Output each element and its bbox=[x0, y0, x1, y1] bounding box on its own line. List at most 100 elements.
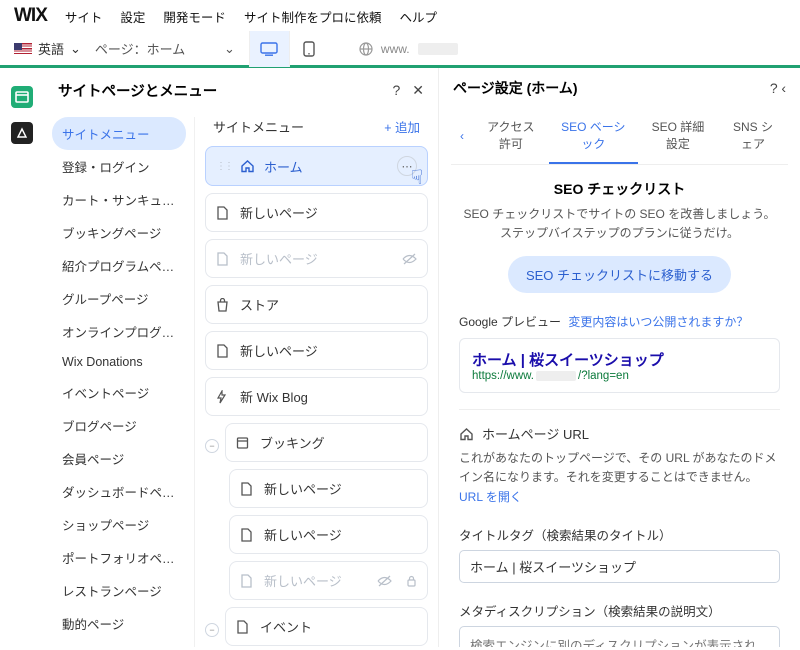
seo-panel-title: ページ設定 (ホーム) bbox=[453, 78, 578, 98]
desktop-view-button[interactable] bbox=[249, 31, 289, 67]
homepage-url-heading: ホームページ URL bbox=[482, 424, 589, 443]
page-item[interactable]: 新しいページ bbox=[205, 193, 428, 232]
seo-back-button[interactable]: ‹ bbox=[781, 80, 786, 96]
google-preview-title: ホーム | 桜スイーツショップ bbox=[472, 349, 767, 370]
menu-site[interactable]: サイト bbox=[65, 7, 103, 26]
bag-icon bbox=[216, 298, 232, 312]
hidden-icon bbox=[402, 253, 417, 265]
menu-hire[interactable]: サイト制作をプロに依頼 bbox=[244, 7, 382, 26]
sidebar-item[interactable]: イベントページ bbox=[52, 376, 186, 409]
home-icon bbox=[459, 427, 474, 441]
sidebar-item[interactable]: レストランページ bbox=[52, 574, 186, 607]
seo-help-button[interactable]: ? bbox=[770, 80, 778, 96]
lock-icon bbox=[406, 575, 417, 587]
open-url-link[interactable]: URL を開く bbox=[459, 490, 522, 504]
page-icon bbox=[240, 482, 256, 496]
calendar-icon bbox=[236, 436, 252, 449]
google-preview-label: Google プレビュー bbox=[459, 315, 561, 329]
page-item[interactable]: 新しいページ bbox=[205, 239, 428, 278]
monitor-icon bbox=[260, 42, 278, 56]
page-item-label: 新しいページ bbox=[264, 479, 342, 498]
page-item-label: 新しいページ bbox=[240, 249, 318, 268]
sidebar-item[interactable]: カート・サンキュー... bbox=[52, 183, 186, 216]
seo-checklist-desc: SEO チェックリストでサイトの SEO を改善しましょう。ステップバイステップ… bbox=[459, 205, 780, 242]
sidebar-item[interactable]: ブログページ bbox=[52, 409, 186, 442]
sitemenu-heading: サイトメニュー bbox=[213, 117, 304, 136]
meta-desc-label: メタディスクリプション（検索結果の説明文） bbox=[459, 601, 780, 620]
url-display: www. bbox=[343, 42, 458, 56]
page-item-events[interactable]: イベント bbox=[225, 607, 428, 646]
page-more-button[interactable]: ⋯ bbox=[397, 156, 417, 176]
menu-settings[interactable]: 設定 bbox=[120, 7, 145, 26]
tab-seo-advanced[interactable]: SEO 詳細設定 bbox=[638, 108, 718, 164]
page-item-label: 新しいページ bbox=[240, 203, 318, 222]
page-item[interactable]: 新しいページ bbox=[229, 469, 428, 508]
mobile-icon bbox=[303, 41, 315, 57]
add-page-button[interactable]: + 追加 bbox=[384, 117, 420, 136]
wix-logo[interactable]: WIX bbox=[14, 5, 47, 27]
drag-handle-icon[interactable]: ⋮⋮ bbox=[216, 161, 232, 172]
page-item-label: 新しいページ bbox=[264, 525, 342, 544]
chevron-down-icon: ⌄ bbox=[224, 41, 235, 57]
when-published-link[interactable]: 変更内容はいつ公開されますか？ bbox=[568, 315, 748, 329]
seo-checklist-button[interactable]: SEO チェックリストに移動する bbox=[508, 256, 731, 293]
page-item[interactable]: 新しいページ bbox=[229, 515, 428, 554]
page-category-list: サイトメニュー 登録・ログイン カート・サンキュー... ブッキングページ 紹介… bbox=[44, 117, 194, 647]
page-item[interactable]: 新しいページ bbox=[205, 331, 428, 370]
pages-rail-button[interactable] bbox=[11, 86, 33, 108]
collapse-toggle[interactable]: − bbox=[205, 623, 219, 637]
sidebar-item[interactable]: オンラインプログラ... bbox=[52, 315, 186, 348]
title-tag-input[interactable] bbox=[459, 550, 780, 583]
tab-sns-share[interactable]: SNS シェア bbox=[718, 108, 788, 164]
language-selector[interactable]: 英語 ⌄ bbox=[14, 39, 81, 58]
page-selector[interactable]: ページ：ホーム ⌄ bbox=[95, 39, 235, 58]
sidebar-item[interactable]: 動的ページ bbox=[52, 607, 186, 640]
sidebar-item-sitemenu[interactable]: サイトメニュー bbox=[52, 117, 186, 150]
page-item[interactable]: 新しいページ bbox=[229, 561, 428, 600]
chevron-down-icon: ⌄ bbox=[70, 41, 81, 57]
sidebar-item[interactable]: 登録・ログイン bbox=[52, 150, 186, 183]
triangle-icon bbox=[16, 127, 28, 139]
seo-checklist-heading: SEO チェックリスト bbox=[459, 179, 780, 199]
page-icon bbox=[240, 574, 256, 588]
tab-access[interactable]: アクセス許可 bbox=[473, 108, 549, 164]
rail-button-2[interactable] bbox=[11, 122, 33, 144]
page-item-label: ブッキング bbox=[260, 433, 325, 452]
page-item-blog[interactable]: 新 Wix Blog bbox=[205, 377, 428, 416]
tabs-scroll-left[interactable]: ‹ bbox=[451, 108, 473, 164]
pages-icon bbox=[15, 91, 29, 103]
page-icon bbox=[236, 620, 252, 634]
panel-help-button[interactable]: ? bbox=[392, 82, 400, 99]
meta-desc-textarea[interactable] bbox=[459, 626, 780, 647]
page-item-label: ストア bbox=[240, 295, 279, 314]
menu-devmode[interactable]: 開発モード bbox=[163, 7, 226, 26]
sidebar-item[interactable]: ショップページ bbox=[52, 508, 186, 541]
sidebar-item[interactable]: ブッキングページ bbox=[52, 216, 186, 249]
tab-seo-basic[interactable]: SEO ベーシック bbox=[549, 108, 638, 164]
sidebar-item[interactable]: 会員ページ bbox=[52, 442, 186, 475]
menu-help[interactable]: ヘルプ bbox=[399, 7, 437, 26]
mobile-view-button[interactable] bbox=[289, 31, 329, 67]
page-item-home[interactable]: ⋮⋮ ホーム ⋯ ☟ bbox=[205, 146, 428, 186]
panel-close-button[interactable]: ✕ bbox=[412, 82, 424, 99]
panel-title: サイトページとメニュー bbox=[58, 80, 217, 101]
collapse-toggle[interactable]: − bbox=[205, 439, 219, 453]
sidebar-item[interactable]: グループページ bbox=[52, 282, 186, 315]
sidebar-item[interactable]: ポートフォリオページ bbox=[52, 541, 186, 574]
sidebar-item[interactable]: ライトボックス bbox=[52, 640, 186, 647]
google-preview-url: https://www./?lang=en bbox=[472, 370, 767, 382]
sidebar-item[interactable]: 紹介プログラムページ bbox=[52, 249, 186, 282]
sidebar-item[interactable]: ダッシュボードページ bbox=[52, 475, 186, 508]
page-icon bbox=[216, 252, 232, 266]
google-preview-box: ホーム | 桜スイーツショップ https://www./?lang=en bbox=[459, 338, 780, 393]
sidebar-item[interactable]: Wix Donations bbox=[52, 348, 186, 376]
page-item-label: 新しいページ bbox=[264, 571, 342, 590]
homepage-url-note: これがあなたのトップページで、その URL があなたのドメイン名になります。それ… bbox=[459, 451, 777, 484]
page-icon bbox=[240, 528, 256, 542]
title-tag-label: タイトルタグ（検索結果のタイトル） bbox=[459, 525, 780, 544]
page-item-booking[interactable]: ブッキング bbox=[225, 423, 428, 462]
page-item-store[interactable]: ストア bbox=[205, 285, 428, 324]
language-label: 英語 bbox=[38, 39, 64, 58]
flag-icon bbox=[14, 43, 32, 55]
page-item-label: 新 Wix Blog bbox=[240, 387, 308, 406]
